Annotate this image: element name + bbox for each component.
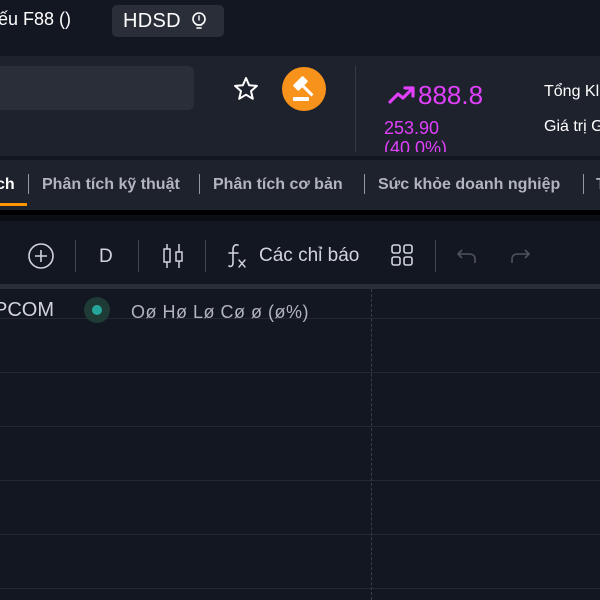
total-volume-label: Tổng Kl — [544, 83, 600, 100]
toolbar-separator — [75, 240, 76, 272]
search-input[interactable] — [0, 66, 194, 110]
chart-canvas[interactable] — [0, 289, 600, 600]
tab-separator — [199, 174, 200, 194]
top-bar — [0, 0, 600, 56]
active-tab-indicator — [0, 203, 27, 206]
lightbulb-icon — [192, 12, 206, 29]
candlestick-icon[interactable] — [161, 242, 185, 270]
undo-icon[interactable] — [455, 246, 479, 266]
price-change-percent: (40.0%) — [384, 138, 448, 152]
guide-label: HDSD — [123, 9, 181, 32]
guide-button[interactable]: HDSD — [112, 5, 224, 37]
divider — [355, 66, 356, 152]
interval-button[interactable]: D — [99, 246, 113, 268]
grid-line — [0, 480, 600, 481]
price-change-percent-wrap: (40.0%) — [384, 138, 464, 152]
tab-separator — [28, 174, 29, 194]
plus-circle-icon[interactable] — [27, 242, 55, 270]
grid-line — [0, 588, 600, 589]
star-icon[interactable] — [232, 75, 260, 103]
grid-layout-icon[interactable] — [390, 243, 414, 267]
grid-line — [0, 426, 600, 427]
tab-separator — [364, 174, 365, 194]
toolbar-separator — [205, 240, 206, 272]
toolbar-separator — [138, 240, 139, 272]
price-change: 253.90 — [384, 118, 440, 138]
tab-overview[interactable]: ch — [0, 176, 15, 194]
tab-technical-analysis[interactable]: Phân tích kỹ thuật — [42, 176, 180, 194]
tab-separator — [583, 174, 584, 194]
crosshair-vertical-line — [371, 289, 372, 600]
stock-code-title: iếu F88 () — [0, 9, 72, 29]
status-dot — [92, 305, 102, 315]
tab-next[interactable]: T — [596, 176, 600, 194]
chart-symbol[interactable]: PCOM — [0, 299, 54, 322]
indicators-button[interactable]: Các chỉ báo — [259, 245, 359, 267]
tab-business-health[interactable]: Sức khỏe doanh nghiệp — [378, 176, 560, 194]
grid-line — [0, 372, 600, 373]
redo-icon[interactable] — [508, 246, 532, 266]
fx-icon[interactable] — [225, 241, 249, 271]
market-status-indicator — [84, 297, 110, 323]
trending-up-icon — [388, 86, 415, 104]
tab-fundamental-analysis[interactable]: Phân tích cơ bản — [213, 176, 343, 194]
trade-value-label: Giá trị G — [544, 118, 600, 135]
auction-gavel-icon[interactable] — [282, 67, 326, 111]
toolbar-separator — [435, 240, 436, 272]
last-price: 888.8 — [418, 80, 484, 110]
ohlc-legend: Oø Hø Lø Cø ø (ø%) — [131, 302, 309, 322]
grid-line — [0, 534, 600, 535]
